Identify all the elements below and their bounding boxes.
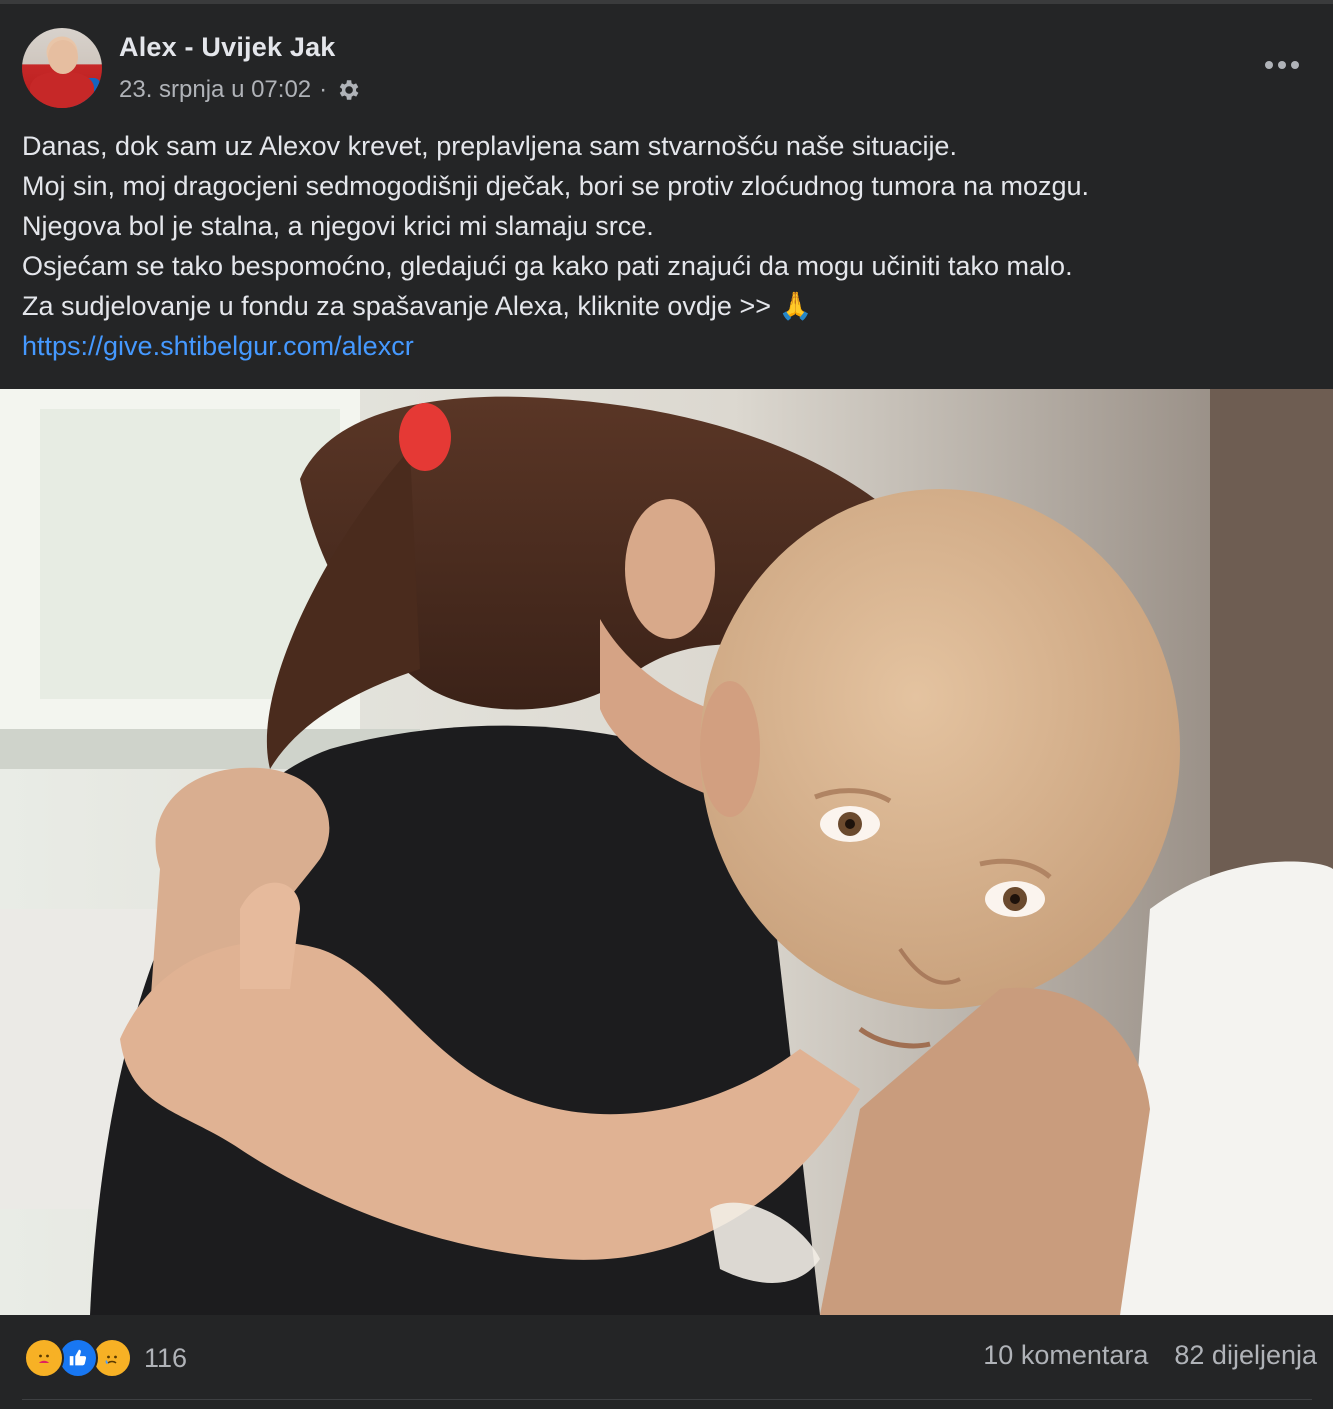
meta-separator: · <box>319 76 328 103</box>
post-meta: 23. srpnja u 07:02 · <box>119 76 361 104</box>
post-photo[interactable] <box>0 389 1333 1315</box>
top-divider <box>0 0 1333 4</box>
post-stats: 10 komentara 82 dijeljenja <box>983 1340 1317 1371</box>
post-timestamp[interactable]: 23. srpnja u 07:02 <box>119 76 311 104</box>
post-text-line: Moj sin, moj dragocjeni sedmogodišnji dj… <box>22 171 1090 201</box>
care-reaction-icon <box>24 1338 64 1378</box>
comments-count[interactable]: 10 komentara <box>983 1340 1148 1371</box>
photo-illustration <box>0 389 1333 1315</box>
more-options-icon <box>1265 61 1273 69</box>
more-options-button[interactable] <box>1258 50 1306 80</box>
facebook-post: Alex - Uvijek Jak 23. srpnja u 07:02 · D… <box>0 0 1333 1409</box>
avatar-shirt <box>30 72 94 108</box>
reaction-count[interactable]: 116 <box>144 1343 187 1374</box>
post-text-line: Danas, dok sam uz Alexov krevet, preplav… <box>22 131 957 161</box>
post-text: Danas, dok sam uz Alexov krevet, preplav… <box>22 126 1312 366</box>
donation-link[interactable]: https://give.shtibelgur.com/alexcr <box>22 331 414 361</box>
footer-divider <box>22 1399 1312 1400</box>
like-reaction-icon <box>58 1338 98 1378</box>
more-options-dot <box>1278 61 1286 69</box>
more-options-dot <box>1291 61 1299 69</box>
author-avatar[interactable] <box>22 28 102 108</box>
author-name[interactable]: Alex - Uvijek Jak <box>119 32 336 63</box>
post-text-line: Osjećam se tako bespomoćno, gledajući ga… <box>22 251 1073 281</box>
reactions[interactable]: 116 <box>24 1338 187 1378</box>
post-text-line: Za sudjelovanje u fondu za spašavanje Al… <box>22 291 813 321</box>
gear-icon[interactable] <box>335 77 361 103</box>
sad-reaction-icon <box>92 1338 132 1378</box>
post-text-line: Njegova bol je stalna, a njegovi krici m… <box>22 211 654 241</box>
shares-count[interactable]: 82 dijeljenja <box>1174 1340 1317 1371</box>
avatar-face <box>48 40 78 74</box>
